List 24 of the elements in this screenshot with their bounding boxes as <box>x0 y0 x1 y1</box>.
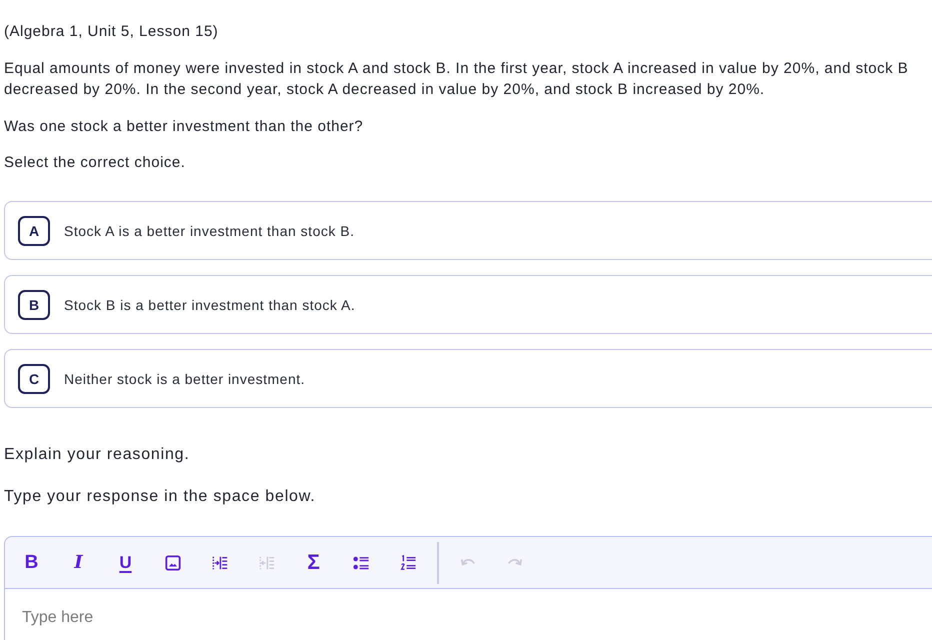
underline-button[interactable]: U <box>102 546 149 580</box>
question-text: Was one stock a better investment than the other? <box>4 117 364 137</box>
italic-button[interactable]: I <box>55 546 102 580</box>
image-icon <box>164 554 180 570</box>
indent-icon <box>212 554 228 570</box>
question-text: Equal amounts of money were invested in stock A and stock B. In the first year, stock A increased in value by 20%, and stock B decreased by 20%. In the second year, stock A decreased in value by 20%, and stock B increased by 20%. <box>4 59 910 100</box>
choice-text: Stock A is a better investment than stock B. <box>64 222 354 240</box>
choice-option[interactable]: A Stock A is a better investment than stock B. <box>4 201 932 260</box>
choice-text: Stock B is a better investment than stock A. <box>64 296 356 314</box>
equation-button[interactable]: Σ <box>290 546 337 580</box>
letter-badge: A <box>18 216 50 246</box>
instruction-text: Select the correct choice. <box>4 153 186 173</box>
outdent-icon <box>258 554 274 570</box>
bullet-list-icon <box>352 554 368 570</box>
prompt-text: Explain your reasoning. <box>4 445 191 465</box>
letter-badge: B <box>18 290 50 320</box>
letter-badge: C <box>18 364 50 394</box>
bold-button[interactable]: B <box>8 546 55 580</box>
numbered-list-icon <box>400 554 416 570</box>
choice-option[interactable]: C Neither stock is a better investment. <box>4 349 932 408</box>
choice-option[interactable]: B Stock B is a better investment than stock A. <box>4 275 932 334</box>
lesson-label: (Algebra 1, Unit 5, Lesson 15) <box>4 22 220 42</box>
instruction-text: Type your response in the space below. <box>4 487 316 507</box>
choice-text: Neither stock is a better investment. <box>64 370 306 388</box>
